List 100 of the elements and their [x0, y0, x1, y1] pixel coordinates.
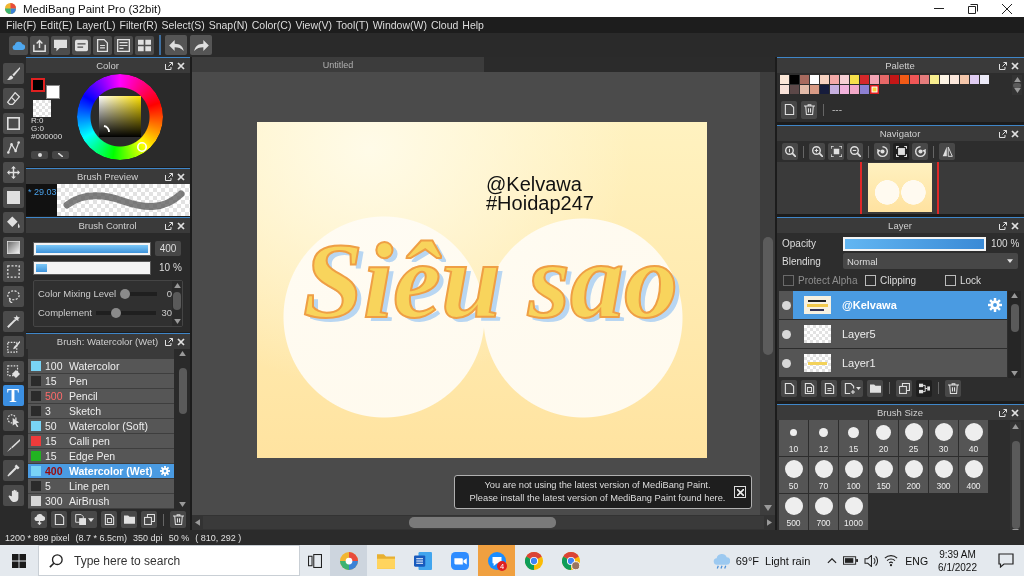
toolbar-button[interactable] [939, 143, 955, 160]
brush-size-option[interactable]: 50 [779, 457, 808, 493]
tool-button[interactable] [2, 137, 24, 159]
language-indicator[interactable]: ENG [905, 554, 929, 567]
scrollbar[interactable] [1010, 422, 1021, 530]
brush-item[interactable]: 15 Pen [28, 374, 174, 389]
toolbar-button[interactable] [912, 143, 928, 160]
tool-button[interactable] [2, 434, 24, 456]
menu-item[interactable]: Cloud [430, 19, 459, 31]
close-panel-button[interactable] [177, 221, 185, 230]
toolbar-button[interactable] [101, 511, 117, 528]
color-swatch-icon[interactable] [790, 85, 799, 94]
toolbar-button[interactable] [945, 379, 961, 397]
blending-dropdown[interactable]: Normal [843, 253, 1018, 269]
brush-item[interactable]: 500 Pencil [28, 389, 174, 404]
color-swatch-icon[interactable] [780, 75, 789, 84]
tool-button[interactable] [2, 187, 24, 208]
brush-size-option[interactable]: 300 [929, 457, 958, 493]
close-notification-button[interactable] [734, 486, 746, 498]
brush-size-option[interactable]: 700 [809, 494, 838, 530]
color-square[interactable] [99, 96, 141, 137]
visibility-icon[interactable] [781, 329, 791, 339]
scrollbar[interactable] [1012, 75, 1022, 95]
toolbar-button[interactable] [801, 100, 817, 119]
popout-button[interactable] [165, 61, 173, 70]
popout-button[interactable] [165, 221, 173, 230]
brush-size-option[interactable]: 1000 [839, 494, 868, 530]
toolbar-button[interactable] [51, 35, 70, 55]
color-swatch-icon[interactable] [800, 75, 809, 84]
toolbar-button[interactable] [867, 379, 883, 397]
menu-item[interactable]: Window(W) [372, 19, 427, 31]
brush-size-option[interactable]: 12 [809, 420, 838, 456]
color-swatch-icon[interactable] [820, 75, 829, 84]
close-panel-button[interactable] [1011, 221, 1019, 230]
visibility-icon[interactable] [781, 300, 791, 310]
weather-button[interactable]: 69°F Light rain [708, 545, 815, 576]
brush-size-option[interactable]: 10 [779, 420, 808, 456]
scrollbar-thumb[interactable] [762, 237, 773, 355]
toolbar-button[interactable] [71, 511, 97, 528]
color-swatch-icon[interactable] [870, 75, 879, 84]
chevron-up-icon[interactable] [827, 557, 838, 564]
search-field[interactable]: Type here to search [74, 551, 274, 570]
tool-button[interactable] [2, 310, 24, 332]
scrollbar-thumb[interactable] [178, 368, 187, 414]
menu-item[interactable]: Help [462, 19, 484, 31]
color-swatch-icon[interactable] [870, 85, 879, 94]
viewport-frame[interactable] [860, 162, 939, 214]
tool-button[interactable] [2, 410, 24, 432]
brush-item[interactable]: 15 Edge Pen [28, 449, 174, 464]
search-box[interactable]: Type here to search [38, 545, 300, 576]
popout-button[interactable] [165, 337, 173, 346]
color-swatch-icon[interactable] [850, 85, 859, 94]
color-swatch-icon[interactable] [840, 75, 849, 84]
brush-size-option[interactable]: 15 [839, 420, 868, 456]
toolbar-button[interactable] [781, 379, 797, 397]
brush-item[interactable]: 50 Watercolor (Soft) [28, 419, 174, 434]
brush-size-option[interactable]: 400 [959, 457, 988, 493]
brush-size-option[interactable]: 150 [869, 457, 898, 493]
color-swatch-icon[interactable] [960, 75, 969, 84]
toolbar-button[interactable] [893, 143, 909, 160]
menu-item[interactable]: Filter(R) [119, 19, 158, 31]
small-button[interactable] [31, 151, 48, 159]
brush-size-option[interactable]: 25 [899, 420, 928, 456]
visibility-icon[interactable] [781, 358, 791, 368]
layer-row[interactable]: Layer5 [779, 320, 1007, 348]
toolbar-button[interactable] [93, 35, 112, 55]
menu-item[interactable]: Color(C) [251, 19, 292, 31]
brush-item[interactable]: 300 AirBrush [28, 494, 174, 509]
tool-button[interactable] [2, 335, 24, 357]
menu-item[interactable]: Snap(N) [208, 19, 248, 31]
close-panel-button[interactable] [1011, 61, 1019, 70]
scrollbar-thumb[interactable] [1011, 441, 1020, 529]
scrollbar-thumb[interactable] [1010, 304, 1019, 332]
color-swatch-icon[interactable] [860, 85, 869, 94]
color-swatch-icon[interactable] [810, 75, 819, 84]
close-panel-button[interactable] [177, 61, 185, 70]
toolbar-button[interactable] [114, 35, 133, 55]
battery-icon[interactable] [843, 556, 859, 565]
brush-size-option[interactable]: 100 [839, 457, 868, 493]
toolbar-button[interactable] [9, 35, 28, 55]
menu-item[interactable]: Layer(L) [76, 19, 116, 31]
color-swatch-icon[interactable] [950, 75, 959, 84]
close-panel-button[interactable] [1011, 408, 1019, 417]
color-swatch-icon[interactable] [830, 75, 839, 84]
tool-button[interactable] [2, 261, 24, 283]
toolbar-button[interactable] [828, 143, 844, 160]
color-swatch-icon[interactable] [920, 75, 929, 84]
color-swatch-icon[interactable] [880, 75, 889, 84]
menu-item[interactable]: Select(S) [161, 19, 205, 31]
brush-size-option[interactable]: 500 [779, 494, 808, 530]
color-swatch-icon[interactable] [820, 85, 829, 94]
toolbar-button[interactable] [841, 379, 863, 397]
horizontal-scrollbar[interactable] [192, 515, 775, 530]
brush-size-option[interactable]: 200 [899, 457, 928, 493]
brush-size-option[interactable]: 30 [929, 420, 958, 456]
slider-thumb[interactable] [120, 288, 131, 299]
vertical-scrollbar[interactable] [760, 72, 775, 515]
menu-item[interactable]: View(V) [295, 19, 332, 31]
popout-button[interactable] [999, 129, 1007, 138]
toolbar-button[interactable] [896, 379, 912, 397]
